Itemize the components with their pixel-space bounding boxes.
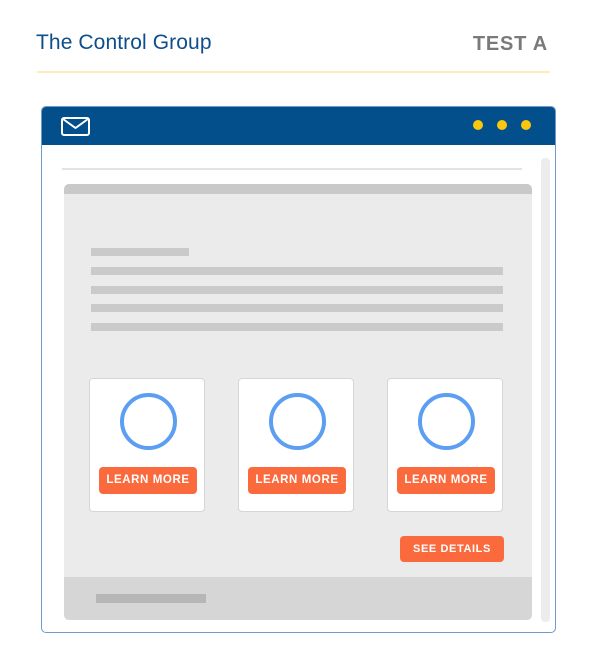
text-placeholder-heading [91, 248, 189, 256]
email-header-bar [64, 184, 532, 194]
test-variant-label: TEST A [472, 33, 548, 55]
text-placeholder-line [91, 267, 503, 275]
title-divider [37, 71, 550, 73]
menu-dot-icon [521, 120, 531, 130]
menu-dot-icon [497, 120, 507, 130]
circle-icon [269, 393, 326, 450]
circle-icon [418, 393, 475, 450]
envelope-icon[interactable] [61, 117, 90, 136]
product-card: LEARN MORE [89, 378, 205, 512]
email-footer [64, 577, 532, 620]
email-body: LEARN MORE LEARN MORE LEARN MORE SEE DET… [64, 184, 532, 620]
learn-more-button[interactable]: LEARN MORE [248, 467, 346, 494]
menu-dot-icon [473, 120, 483, 130]
product-card: LEARN MORE [238, 378, 354, 512]
circle-icon [120, 393, 177, 450]
learn-more-button[interactable]: LEARN MORE [99, 467, 197, 494]
vertical-scrollbar[interactable] [541, 158, 550, 622]
learn-more-button[interactable]: LEARN MORE [397, 467, 495, 494]
text-placeholder-line [91, 286, 503, 294]
content-divider [62, 168, 522, 170]
window-title-bar [42, 107, 555, 145]
group-title: The Control Group [36, 31, 212, 54]
product-card: LEARN MORE [387, 378, 503, 512]
footer-text-placeholder [96, 594, 206, 603]
text-placeholder-line [91, 304, 503, 312]
email-client-window: LEARN MORE LEARN MORE LEARN MORE SEE DET… [41, 106, 556, 633]
see-details-button[interactable]: SEE DETAILS [400, 536, 504, 562]
window-menu-dots[interactable] [473, 120, 531, 130]
text-placeholder-line [91, 323, 503, 331]
